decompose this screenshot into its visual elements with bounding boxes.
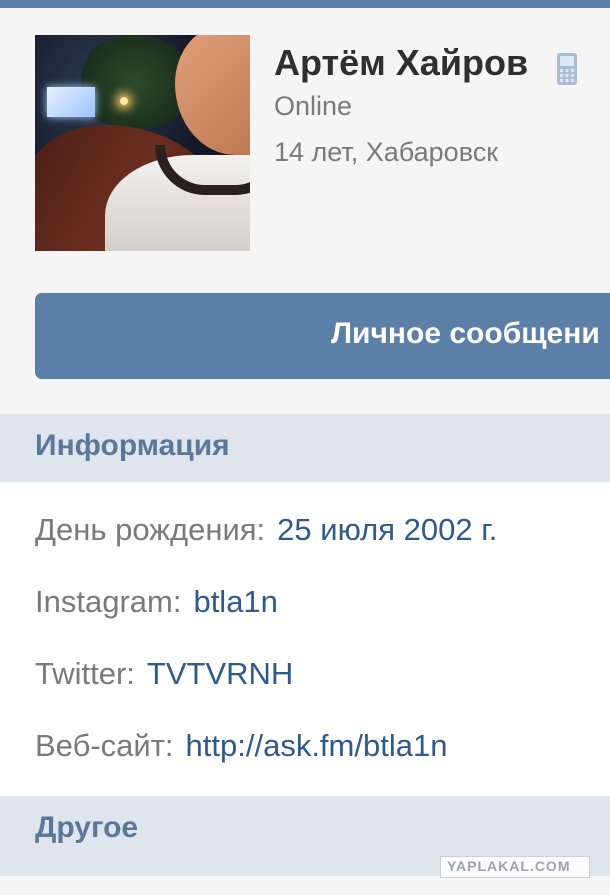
bottom-strip xyxy=(0,876,610,895)
other-section-title: Другое xyxy=(35,811,139,844)
website-label: Веб-сайт: xyxy=(35,728,174,763)
top-bar xyxy=(0,0,610,8)
online-status: Online xyxy=(274,91,353,121)
private-message-button-label: Личное сообщени xyxy=(331,317,600,350)
instagram-label: Instagram: xyxy=(35,584,182,619)
info-row-birthday: День рождения: 25 июля 2002 г. xyxy=(35,512,497,548)
avatar-billboard xyxy=(47,87,95,117)
info-row-instagram: Instagram: btla1n xyxy=(35,584,278,620)
avatar[interactable] xyxy=(35,35,250,251)
profile-name: Артём Хайров xyxy=(274,42,529,83)
twitter-label: Twitter: xyxy=(35,656,135,691)
private-message-button[interactable]: Личное сообщени xyxy=(35,293,610,379)
mobile-phone-icon xyxy=(557,53,577,85)
info-row-twitter: Twitter: TVTVRNH xyxy=(35,656,293,692)
birthday-value[interactable]: 25 июля 2002 г. xyxy=(277,512,497,547)
info-row-website: Веб-сайт: http://ask.fm/btla1n xyxy=(35,728,447,764)
birthday-label: День рождения: xyxy=(35,512,266,547)
watermark-text: YAPLAKAL.COM xyxy=(447,858,571,874)
info-section-header: Информация xyxy=(0,414,610,482)
instagram-link[interactable]: btla1n xyxy=(193,584,277,619)
website-link[interactable]: http://ask.fm/btla1n xyxy=(186,728,448,763)
twitter-link[interactable]: TVTVRNH xyxy=(147,656,293,691)
avatar-streetlight xyxy=(120,97,128,105)
info-section-title: Информация xyxy=(35,429,230,462)
info-section-body: День рождения: 25 июля 2002 г. Instagram:… xyxy=(0,482,610,796)
watermark: YAPLAKAL.COM xyxy=(440,856,590,878)
age-location: 14 лет, Хабаровск xyxy=(274,137,499,167)
